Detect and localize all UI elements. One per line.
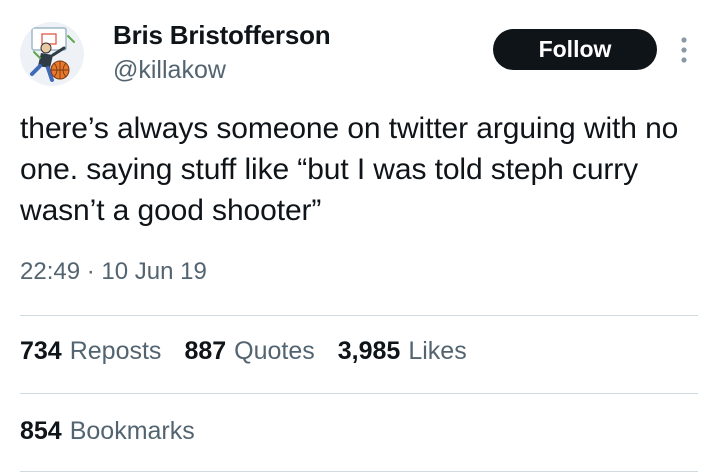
likes-stat[interactable]: 3,985 Likes <box>338 337 467 366</box>
cartoon-basketball-avatar-icon <box>20 22 84 86</box>
divider <box>20 471 698 472</box>
tweet-timestamp[interactable]: 22:49 · 10 Jun 19 <box>20 258 207 286</box>
bookmarks-label: Bookmarks <box>69 417 195 445</box>
avatar[interactable] <box>20 22 84 86</box>
divider <box>20 315 698 316</box>
quotes-label: Quotes <box>234 337 315 365</box>
quotes-stat[interactable]: 887 Quotes <box>184 337 314 366</box>
bookmarks-count: 854 <box>20 417 62 445</box>
author-handle[interactable]: @killakow <box>113 56 226 85</box>
likes-count: 3,985 <box>337 337 401 365</box>
author-display-name[interactable]: Bris Bristofferson <box>113 20 331 51</box>
more-vertical-icon[interactable] <box>676 34 692 66</box>
tweet-card: Bris Bristofferson @killakow Follow ther… <box>0 0 704 474</box>
tweet-text: there’s always someone on twitter arguin… <box>20 112 679 227</box>
divider <box>20 393 698 394</box>
bookmarks-stat[interactable]: 854 Bookmarks <box>20 417 195 446</box>
reposts-count: 734 <box>20 337 62 365</box>
bookmark-stats: 854 Bookmarks <box>20 417 195 446</box>
reposts-label: Reposts <box>69 337 162 365</box>
follow-button[interactable]: Follow <box>493 29 657 70</box>
quotes-count: 887 <box>184 337 227 365</box>
reposts-stat[interactable]: 734 Reposts <box>20 337 161 366</box>
likes-label: Likes <box>408 337 467 365</box>
engagement-stats: 734 Reposts 887 Quotes 3,985 Likes <box>20 337 467 366</box>
